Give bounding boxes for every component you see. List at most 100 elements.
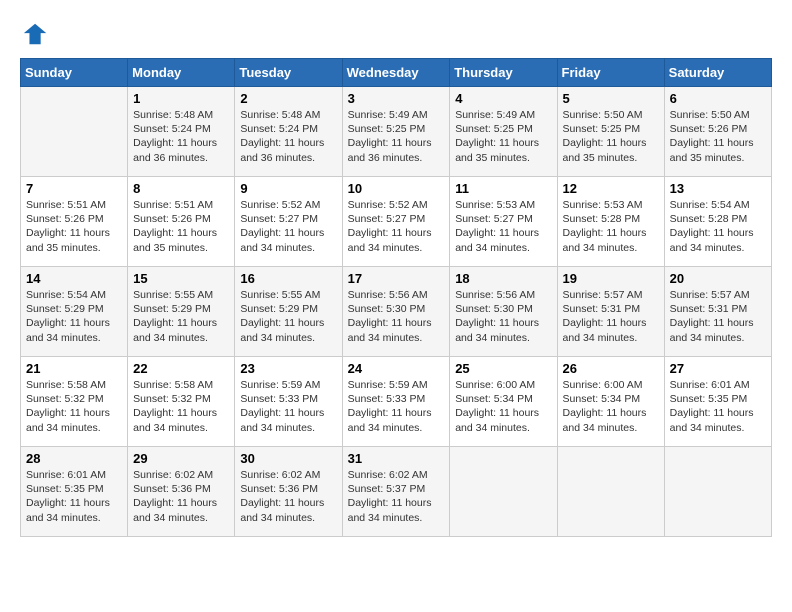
day-number: 21	[26, 361, 122, 376]
calendar-cell	[557, 447, 664, 537]
day-header-sunday: Sunday	[21, 59, 128, 87]
day-header-friday: Friday	[557, 59, 664, 87]
day-number: 4	[455, 91, 551, 106]
day-of-week-header: SundayMondayTuesdayWednesdayThursdayFrid…	[21, 59, 772, 87]
calendar-cell: 25 Sunrise: 6:00 AMSunset: 5:34 PMDayligh…	[450, 357, 557, 447]
day-info: Sunrise: 5:54 AMSunset: 5:28 PMDaylight:…	[670, 198, 766, 255]
day-info: Sunrise: 6:01 AMSunset: 5:35 PMDaylight:…	[670, 378, 766, 435]
day-number: 10	[348, 181, 445, 196]
day-number: 1	[133, 91, 229, 106]
day-number: 2	[240, 91, 336, 106]
calendar-cell: 4 Sunrise: 5:49 AMSunset: 5:25 PMDaylight…	[450, 87, 557, 177]
calendar-cell: 27Sunrise: 6:01 AMSunset: 5:35 PMDayligh…	[664, 357, 771, 447]
day-number: 29	[133, 451, 229, 466]
calendar-cell: 30 Sunrise: 6:02 AMSunset: 5:36 PMDayligh…	[235, 447, 342, 537]
calendar-cell: 20 Sunrise: 5:57 AMSunset: 5:31 PMDayligh…	[664, 267, 771, 357]
calendar-week-3: 14Sunrise: 5:54 AMSunset: 5:29 PMDayligh…	[21, 267, 772, 357]
calendar-cell: 24 Sunrise: 5:59 AMSunset: 5:33 PMDayligh…	[342, 357, 450, 447]
day-info: Sunrise: 5:49 AMSunset: 5:25 PMDaylight:…	[348, 108, 445, 165]
calendar-cell: 8 Sunrise: 5:51 AMSunset: 5:26 PMDaylight…	[128, 177, 235, 267]
day-number: 12	[563, 181, 659, 196]
day-number: 23	[240, 361, 336, 376]
day-number: 18	[455, 271, 551, 286]
day-info: Sunrise: 6:02 AMSunset: 5:36 PMDaylight:…	[133, 468, 229, 525]
day-number: 28	[26, 451, 122, 466]
day-info: Sunrise: 5:53 AMSunset: 5:27 PMDaylight:…	[455, 198, 551, 255]
calendar-week-4: 21 Sunrise: 5:58 AMSunset: 5:32 PMDayligh…	[21, 357, 772, 447]
day-info: Sunrise: 5:48 AMSunset: 5:24 PMDaylight:…	[240, 108, 336, 165]
logo	[20, 20, 50, 48]
day-info: Sunrise: 5:58 AMSunset: 5:32 PMDaylight:…	[26, 378, 122, 435]
calendar-cell: 15 Sunrise: 5:55 AMSunset: 5:29 PMDayligh…	[128, 267, 235, 357]
day-info: Sunrise: 5:50 AMSunset: 5:25 PMDaylight:…	[563, 108, 659, 165]
day-number: 30	[240, 451, 336, 466]
calendar-cell: 31 Sunrise: 6:02 AMSunset: 5:37 PMDayligh…	[342, 447, 450, 537]
day-info: Sunrise: 6:02 AMSunset: 5:36 PMDaylight:…	[240, 468, 336, 525]
day-number: 8	[133, 181, 229, 196]
calendar-cell: 29 Sunrise: 6:02 AMSunset: 5:36 PMDayligh…	[128, 447, 235, 537]
day-info: Sunrise: 5:57 AMSunset: 5:31 PMDaylight:…	[563, 288, 659, 345]
day-number: 3	[348, 91, 445, 106]
day-number: 31	[348, 451, 445, 466]
day-info: Sunrise: 5:51 AMSunset: 5:26 PMDaylight:…	[133, 198, 229, 255]
day-info: Sunrise: 6:02 AMSunset: 5:37 PMDaylight:…	[348, 468, 445, 525]
calendar-week-2: 7 Sunrise: 5:51 AMSunset: 5:26 PMDaylight…	[21, 177, 772, 267]
day-number: 5	[563, 91, 659, 106]
day-number: 9	[240, 181, 336, 196]
day-number: 7	[26, 181, 122, 196]
day-number: 26	[563, 361, 659, 376]
calendar-cell: 13 Sunrise: 5:54 AMSunset: 5:28 PMDayligh…	[664, 177, 771, 267]
calendar-cell: 18Sunrise: 5:56 AMSunset: 5:30 PMDayligh…	[450, 267, 557, 357]
day-info: Sunrise: 5:57 AMSunset: 5:31 PMDaylight:…	[670, 288, 766, 345]
calendar-cell: 21 Sunrise: 5:58 AMSunset: 5:32 PMDayligh…	[21, 357, 128, 447]
calendar-cell: 16 Sunrise: 5:55 AMSunset: 5:29 PMDayligh…	[235, 267, 342, 357]
day-header-tuesday: Tuesday	[235, 59, 342, 87]
calendar-cell: 19 Sunrise: 5:57 AMSunset: 5:31 PMDayligh…	[557, 267, 664, 357]
calendar-cell: 14Sunrise: 5:54 AMSunset: 5:29 PMDayligh…	[21, 267, 128, 357]
calendar-cell: 2 Sunrise: 5:48 AMSunset: 5:24 PMDaylight…	[235, 87, 342, 177]
day-header-saturday: Saturday	[664, 59, 771, 87]
day-number: 24	[348, 361, 445, 376]
calendar-week-1: 1 Sunrise: 5:48 AMSunset: 5:24 PMDaylight…	[21, 87, 772, 177]
day-number: 20	[670, 271, 766, 286]
calendar-cell: 26Sunrise: 6:00 AMSunset: 5:34 PMDayligh…	[557, 357, 664, 447]
calendar-cell: 9 Sunrise: 5:52 AMSunset: 5:27 PMDaylight…	[235, 177, 342, 267]
day-number: 16	[240, 271, 336, 286]
calendar-cell: 3 Sunrise: 5:49 AMSunset: 5:25 PMDaylight…	[342, 87, 450, 177]
calendar-body: 1 Sunrise: 5:48 AMSunset: 5:24 PMDaylight…	[21, 87, 772, 537]
calendar-cell	[664, 447, 771, 537]
day-number: 17	[348, 271, 445, 286]
day-info: Sunrise: 5:54 AMSunset: 5:29 PMDaylight:…	[26, 288, 122, 345]
day-number: 25	[455, 361, 551, 376]
calendar-cell: 11Sunrise: 5:53 AMSunset: 5:27 PMDayligh…	[450, 177, 557, 267]
day-number: 15	[133, 271, 229, 286]
day-number: 22	[133, 361, 229, 376]
day-info: Sunrise: 5:59 AMSunset: 5:33 PMDaylight:…	[240, 378, 336, 435]
calendar-table: SundayMondayTuesdayWednesdayThursdayFrid…	[20, 58, 772, 537]
day-info: Sunrise: 5:48 AMSunset: 5:24 PMDaylight:…	[133, 108, 229, 165]
day-info: Sunrise: 5:55 AMSunset: 5:29 PMDaylight:…	[240, 288, 336, 345]
day-header-wednesday: Wednesday	[342, 59, 450, 87]
day-info: Sunrise: 5:49 AMSunset: 5:25 PMDaylight:…	[455, 108, 551, 165]
calendar-cell	[21, 87, 128, 177]
calendar-cell: 17 Sunrise: 5:56 AMSunset: 5:30 PMDayligh…	[342, 267, 450, 357]
calendar-cell: 28Sunrise: 6:01 AMSunset: 5:35 PMDayligh…	[21, 447, 128, 537]
day-info: Sunrise: 6:00 AMSunset: 5:34 PMDaylight:…	[455, 378, 551, 435]
calendar-cell: 6 Sunrise: 5:50 AMSunset: 5:26 PMDaylight…	[664, 87, 771, 177]
page-header	[20, 20, 772, 48]
day-info: Sunrise: 5:59 AMSunset: 5:33 PMDaylight:…	[348, 378, 445, 435]
day-info: Sunrise: 5:52 AMSunset: 5:27 PMDaylight:…	[240, 198, 336, 255]
day-number: 19	[563, 271, 659, 286]
day-info: Sunrise: 5:56 AMSunset: 5:30 PMDaylight:…	[348, 288, 445, 345]
day-info: Sunrise: 5:50 AMSunset: 5:26 PMDaylight:…	[670, 108, 766, 165]
day-number: 6	[670, 91, 766, 106]
calendar-cell: 12Sunrise: 5:53 AMSunset: 5:28 PMDayligh…	[557, 177, 664, 267]
day-info: Sunrise: 5:58 AMSunset: 5:32 PMDaylight:…	[133, 378, 229, 435]
day-number: 13	[670, 181, 766, 196]
calendar-cell: 22 Sunrise: 5:58 AMSunset: 5:32 PMDayligh…	[128, 357, 235, 447]
calendar-week-5: 28Sunrise: 6:01 AMSunset: 5:35 PMDayligh…	[21, 447, 772, 537]
calendar-cell	[450, 447, 557, 537]
day-info: Sunrise: 5:51 AMSunset: 5:26 PMDaylight:…	[26, 198, 122, 255]
day-info: Sunrise: 5:55 AMSunset: 5:29 PMDaylight:…	[133, 288, 229, 345]
day-info: Sunrise: 5:52 AMSunset: 5:27 PMDaylight:…	[348, 198, 445, 255]
